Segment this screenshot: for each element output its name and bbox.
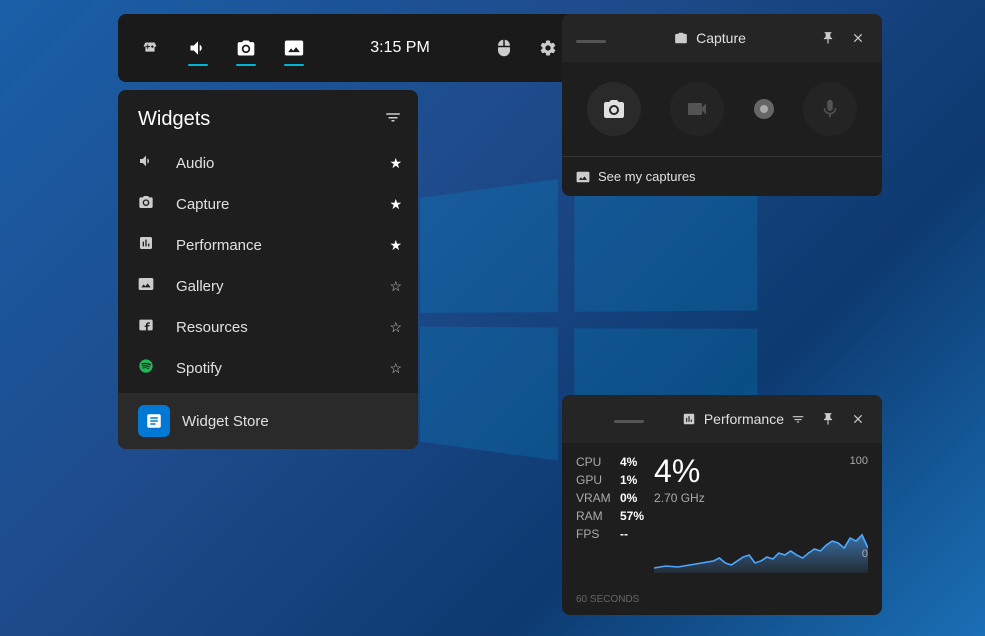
perf-pin-icon[interactable] xyxy=(814,405,842,433)
perf-close-icon[interactable] xyxy=(844,405,872,433)
capture-widget-header: Capture xyxy=(562,14,882,62)
widgets-filter-icon[interactable] xyxy=(384,108,402,131)
performance-header-icons xyxy=(784,405,872,433)
capture-header-icons xyxy=(814,24,872,52)
audio-label: Audio xyxy=(176,155,389,172)
performance-star[interactable]: ★ xyxy=(389,237,402,254)
gamebar-toolbar: 3:15 PM xyxy=(118,14,578,82)
widget-store-label: Widget Store xyxy=(182,413,269,430)
capture-label: Capture xyxy=(176,196,389,213)
sidebar-item-resources[interactable]: Resources ☆ xyxy=(118,307,418,348)
gallery-label: Gallery xyxy=(176,278,389,295)
widget-store-item[interactable]: Widget Store xyxy=(118,393,418,449)
performance-widget-title: Performance xyxy=(704,411,784,427)
capture-controls xyxy=(562,62,882,156)
cpu-chart xyxy=(654,513,868,573)
ram-stat-row: RAM 57% xyxy=(576,509,644,523)
gallery-star[interactable]: ☆ xyxy=(389,278,402,295)
sidebar-item-spotify[interactable]: Spotify ☆ xyxy=(118,348,418,389)
vram-stat-row: VRAM 0% xyxy=(576,491,644,505)
drag-handle xyxy=(576,40,606,43)
capture-header-icon xyxy=(674,31,688,45)
vram-value: 0% xyxy=(620,491,637,505)
capture-header-left: Capture xyxy=(674,30,746,46)
cpu-value: 4% xyxy=(620,455,637,469)
fps-stat-row: FPS -- xyxy=(576,527,644,541)
capture-widget: Capture See my captures xyxy=(562,14,882,196)
see-captures-text: See my captures xyxy=(598,169,696,184)
cpu-stat-row: CPU 4% xyxy=(576,455,644,469)
close-icon[interactable] xyxy=(844,24,872,52)
sidebar-item-performance[interactable]: Performance ★ xyxy=(118,225,418,266)
controller-icon[interactable] xyxy=(130,28,170,68)
fps-label: FPS xyxy=(576,527,614,541)
perf-drag-handle xyxy=(614,420,644,423)
record-button[interactable] xyxy=(670,82,724,136)
performance-header-left: Performance xyxy=(682,411,784,427)
gallery-gamebar-icon[interactable] xyxy=(274,28,314,68)
pin-icon[interactable] xyxy=(814,24,842,52)
see-captures-link[interactable]: See my captures xyxy=(562,156,882,196)
gpu-value: 1% xyxy=(620,473,637,487)
audio-star[interactable]: ★ xyxy=(389,155,402,172)
mic-button[interactable] xyxy=(803,82,857,136)
widgets-title: Widgets xyxy=(138,108,210,131)
fps-value: -- xyxy=(620,527,628,541)
capture-icon xyxy=(138,194,164,215)
mouse-icon xyxy=(486,30,522,66)
audio-gamebar-icon[interactable] xyxy=(178,28,218,68)
resources-star[interactable]: ☆ xyxy=(389,319,402,336)
performance-header-icon xyxy=(682,412,696,426)
chart-max-label: 100 xyxy=(850,455,868,467)
chart-zero-label: 0 xyxy=(862,548,868,560)
audio-icon xyxy=(138,153,164,174)
vram-label: VRAM xyxy=(576,491,614,505)
capture-widget-title: Capture xyxy=(696,30,746,46)
chart-seconds-label: 60 SECONDS xyxy=(576,594,639,605)
perf-chart-area: 100 4% 2.70 GHz 0 xyxy=(654,455,868,578)
spotify-icon xyxy=(138,358,164,379)
settings-gamebar-icon[interactable] xyxy=(530,30,566,66)
chart-time-label: 60 SECONDS xyxy=(562,590,882,615)
performance-body: CPU 4% GPU 1% VRAM 0% RAM 57% FPS -- 100… xyxy=(562,443,882,590)
sidebar-item-audio[interactable]: Audio ★ xyxy=(118,143,418,184)
screenshot-button[interactable] xyxy=(587,82,641,136)
gpu-label: GPU xyxy=(576,473,614,487)
gallery-footer-icon xyxy=(576,170,590,184)
cpu-percent-display: 4% xyxy=(654,455,868,487)
gamebar-clock: 3:15 PM xyxy=(370,39,430,57)
perf-stats-list: CPU 4% GPU 1% VRAM 0% RAM 57% FPS -- xyxy=(576,455,644,578)
sidebar-item-gallery[interactable]: Gallery ☆ xyxy=(118,266,418,307)
widgets-panel: Widgets Audio ★ Capture ★ Performance ★ … xyxy=(118,90,418,449)
capture-star[interactable]: ★ xyxy=(389,196,402,213)
perf-settings-icon[interactable] xyxy=(784,405,812,433)
ram-value: 57% xyxy=(620,509,644,523)
dot-button xyxy=(754,99,774,119)
performance-label: Performance xyxy=(176,237,389,254)
resources-icon xyxy=(138,317,164,338)
gpu-stat-row: GPU 1% xyxy=(576,473,644,487)
performance-icon xyxy=(138,235,164,256)
widget-store-icon xyxy=(138,405,170,437)
resources-label: Resources xyxy=(176,319,389,336)
sidebar-item-capture[interactable]: Capture ★ xyxy=(118,184,418,225)
cpu-label: CPU xyxy=(576,455,614,469)
gallery-icon xyxy=(138,276,164,297)
performance-widget-header: Performance xyxy=(562,395,882,443)
capture-gamebar-icon[interactable] xyxy=(226,28,266,68)
spotify-label: Spotify xyxy=(176,360,389,377)
cpu-ghz-display: 2.70 GHz xyxy=(654,491,868,505)
spotify-star[interactable]: ☆ xyxy=(389,360,402,377)
performance-widget: Performance CPU 4% GPU 1% VRA xyxy=(562,395,882,615)
ram-label: RAM xyxy=(576,509,614,523)
widgets-header: Widgets xyxy=(118,90,418,143)
